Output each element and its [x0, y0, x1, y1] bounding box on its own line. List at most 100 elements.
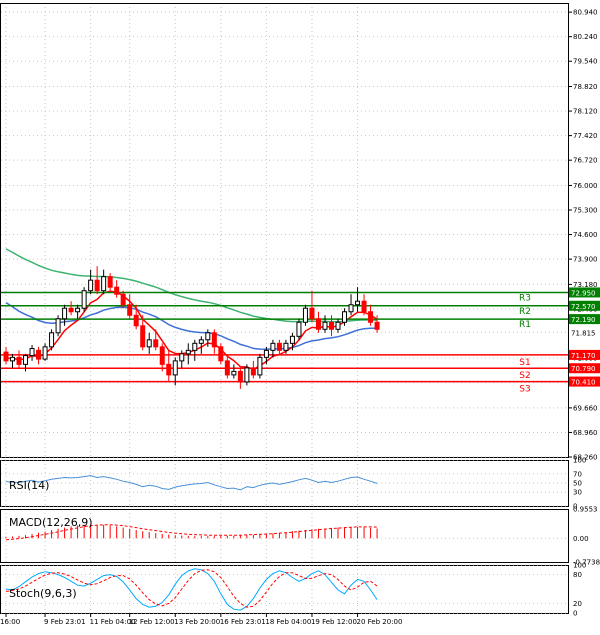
level-price-label-s3: 70.410	[571, 379, 596, 387]
candle-body	[159, 346, 165, 365]
price-y-tick-label: 80.240	[573, 33, 598, 41]
price-y-tick-label: 75.300	[573, 207, 598, 215]
x-axis-tick-label: 13 Feb 20:00	[174, 618, 220, 626]
candle-body	[133, 314, 139, 327]
candle-body	[55, 318, 61, 334]
x-axis-tick-label: 12 Feb 12:00	[129, 618, 175, 626]
candle-body	[244, 367, 250, 383]
candle-body	[361, 300, 367, 313]
candle-body	[374, 321, 380, 330]
candle-body	[49, 332, 55, 348]
price-y-tick-label: 73.900	[573, 256, 598, 264]
stoch-y-tick-label: 100	[573, 562, 586, 570]
candle-body	[146, 339, 152, 348]
level-name-s1: S1	[519, 358, 530, 368]
x-axis-tick-label: 16 Feb 23:01	[220, 618, 266, 626]
rsi-y-tick-label: 50	[573, 480, 582, 488]
stoch-y-tick-label: 0	[573, 610, 577, 618]
candle-body	[276, 342, 282, 351]
candle-body	[179, 353, 185, 362]
candle-body	[309, 307, 315, 320]
candle-body	[231, 370, 237, 376]
candle-body	[127, 304, 133, 316]
level-name-r1: R1	[519, 320, 531, 330]
candle-body	[368, 311, 374, 323]
candle-body	[289, 335, 295, 344]
candle-body	[185, 349, 191, 355]
candle-body	[218, 346, 224, 362]
candle-body	[172, 360, 178, 376]
candle-body	[205, 332, 211, 341]
candle-body	[10, 356, 16, 362]
level-price-label-r2: 72.570	[571, 303, 596, 311]
candle-body	[302, 307, 308, 323]
candle-body	[140, 325, 146, 348]
candle-body	[23, 355, 29, 365]
macd-y-tick-label: 0.9553	[573, 506, 598, 514]
candle-body	[342, 311, 348, 323]
candle-body	[29, 348, 35, 357]
price-y-tick-label: 74.600	[573, 231, 598, 239]
candle-body	[355, 300, 361, 306]
rsi-y-tick-label: 30	[573, 489, 582, 497]
candle-body	[62, 307, 68, 320]
candle-body	[81, 290, 87, 309]
price-y-tick-label: 68.960	[573, 429, 598, 437]
candle-body	[211, 332, 217, 348]
rsi-label: RSI(14)	[9, 479, 49, 492]
level-price-label-s1: 71.170	[571, 352, 596, 360]
level-price-label-s2: 70.790	[571, 365, 596, 373]
stoch-label: Stoch(9,6,3)	[9, 587, 77, 600]
candle-body	[198, 339, 204, 344]
level-price-label-r3: 72.950	[571, 289, 596, 297]
candle-body	[192, 342, 198, 351]
price-y-tick-label: 77.420	[573, 132, 598, 140]
x-axis-tick-label: 20 Feb 20:00	[357, 618, 403, 626]
price-y-tick-label: 78.120	[573, 108, 598, 116]
level-name-r3: R3	[519, 293, 531, 303]
chart-root: 80.940 80.240 79.540 78.820 78.120 77.420 76.7…	[0, 0, 600, 631]
level-name-s2: S2	[519, 371, 530, 381]
candle-body	[16, 356, 22, 365]
candle-body	[107, 276, 113, 288]
level-name-s3: S3	[519, 385, 530, 395]
candle-body	[263, 349, 269, 358]
candle-body	[75, 307, 81, 313]
candle-body	[257, 356, 263, 376]
stoch-y-tick-label: 20	[573, 600, 582, 608]
candle-body	[348, 304, 354, 313]
current-price-label: 71.815	[571, 329, 596, 337]
price-y-tick-label: 69.660	[573, 404, 598, 412]
candle-body	[329, 321, 334, 330]
candle-body	[296, 321, 302, 337]
candle-body	[153, 339, 159, 348]
macd-y-tick-label: 0.00	[573, 535, 589, 543]
candle-body	[270, 342, 276, 351]
rsi-y-tick-label: 100	[573, 457, 586, 465]
candle-body	[42, 346, 48, 360]
stoch-y-tick-label: 80	[573, 571, 582, 579]
candle-body	[283, 342, 289, 351]
candle-body	[68, 307, 74, 313]
candle-body	[335, 321, 341, 330]
level-price-label-r1: 72.190	[571, 316, 596, 324]
x-axis-tick-label: 19 Feb 12:00	[311, 618, 357, 626]
candle-body	[120, 293, 126, 306]
price-y-tick-label: 80.940	[573, 9, 598, 17]
candle-body	[3, 351, 9, 362]
candle-body	[315, 318, 321, 330]
candle-body	[94, 279, 100, 292]
price-y-tick-label: 78.820	[573, 83, 598, 91]
price-y-tick-label: 79.540	[573, 58, 598, 66]
candle-body	[237, 370, 243, 383]
rsi-y-tick-label: 70	[573, 470, 582, 478]
candle-body	[322, 321, 328, 330]
price-y-tick-label: 76.720	[573, 157, 598, 165]
x-axis-tick-label: 9 Feb 23:01	[44, 618, 85, 626]
candle-body	[36, 349, 42, 360]
price-y-tick-label: 76.000	[573, 182, 598, 190]
candle-body	[88, 279, 94, 292]
candle-body	[166, 363, 172, 376]
x-axis-tick-label: 16:00	[0, 618, 20, 626]
macd-label: MACD(12,26,9)	[9, 516, 93, 529]
